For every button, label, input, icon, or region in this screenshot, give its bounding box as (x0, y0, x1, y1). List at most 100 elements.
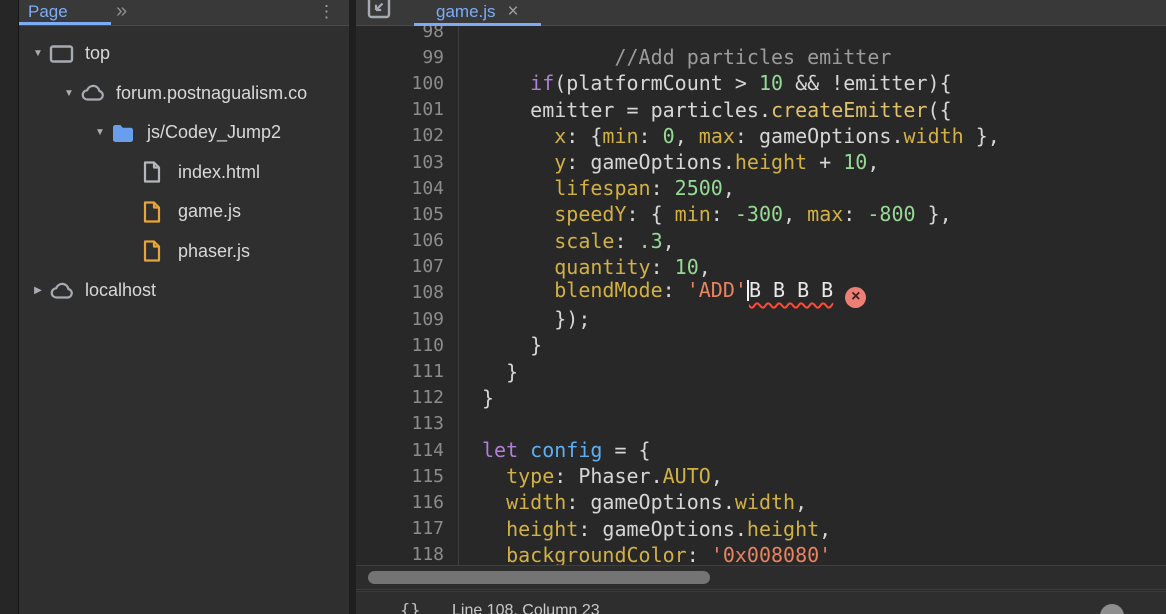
token-pln (482, 490, 506, 514)
token-pln: }); (482, 307, 590, 331)
tree-item-game-js[interactable]: game.js (19, 192, 349, 232)
line-number[interactable]: 114 (356, 440, 458, 461)
code-text[interactable]: if(platformCount > 10 && !emitter){ (458, 71, 952, 95)
cloud-icon (49, 279, 76, 303)
file-tree: ▼ top ▼forum.postnagualism.co▼js/Codey_Jum… (19, 26, 349, 614)
close-tab-icon[interactable]: × (508, 4, 519, 20)
pretty-print-icon[interactable]: {} (400, 601, 420, 614)
token-var: config (530, 438, 602, 462)
error-badge-icon[interactable]: × (845, 287, 866, 308)
token-prop: min (675, 202, 711, 226)
code-editor[interactable]: 9899 //Add particles emitter100 if(platf… (356, 26, 1166, 565)
token-pln (482, 543, 506, 565)
expand-arrow-icon[interactable]: ▼ (27, 48, 49, 59)
code-text[interactable]: backgroundColor: '0x008080' (458, 543, 831, 565)
panel-divider[interactable] (349, 0, 356, 614)
tree-item-label: phaser.js (178, 241, 250, 262)
code-text[interactable]: x: {min: 0, max: gameOptions.width }, (458, 124, 1000, 148)
token-prop: width (903, 124, 963, 148)
token-prop: quantity (554, 255, 650, 279)
code-text[interactable]: } (458, 360, 518, 384)
token-pln (482, 464, 506, 488)
expand-arrow-icon[interactable]: ▼ (58, 88, 80, 99)
line-number[interactable]: 113 (356, 413, 458, 434)
token-pln: , (675, 124, 699, 148)
status-icon[interactable] (1100, 604, 1124, 614)
token-pln (482, 255, 554, 279)
code-text[interactable]: scale: .3, (458, 229, 675, 253)
token-prop: speedY (554, 202, 626, 226)
code-text[interactable]: } (458, 386, 494, 410)
cloud-icon (80, 81, 107, 105)
code-line-101: 101 emitter = particles.createEmitter({ (356, 97, 1166, 123)
tree-item-label: top (85, 43, 110, 64)
token-prop: max (699, 124, 735, 148)
token-com: //Add particles emitter (482, 45, 891, 69)
token-err: B B B B (749, 278, 833, 302)
line-number[interactable]: 103 (356, 152, 458, 173)
code-text[interactable]: quantity: 10, (458, 255, 711, 279)
code-text[interactable]: lifespan: 2500, (458, 176, 735, 200)
code-text[interactable]: emitter = particles.createEmitter({ (458, 98, 952, 122)
code-line-103: 103 y: gameOptions.height + 10, (356, 149, 1166, 175)
code-line-114: 114let config = { (356, 437, 1166, 463)
code-text[interactable]: let config = { (458, 438, 651, 462)
token-pln: + (807, 150, 843, 174)
line-number[interactable]: 101 (356, 99, 458, 120)
line-number[interactable]: 107 (356, 256, 458, 277)
code-text[interactable]: y: gameOptions.height + 10, (458, 150, 879, 174)
horizontal-scrollbar[interactable] (356, 565, 1166, 590)
token-pln (518, 438, 530, 462)
line-number[interactable]: 109 (356, 309, 458, 330)
code-text[interactable]: type: Phaser.AUTO, (458, 464, 723, 488)
line-number[interactable]: 112 (356, 387, 458, 408)
more-options-icon[interactable]: ⋮ (318, 0, 335, 25)
code-line-100: 100 if(platformCount > 10 && !emitter){ (356, 70, 1166, 96)
tab-game-js[interactable]: game.js × (414, 0, 541, 26)
code-line-105: 105 speedY: { min: -300, max: -800 }, (356, 201, 1166, 227)
token-fn: createEmitter (771, 98, 928, 122)
token-num: -800 (867, 202, 915, 226)
line-number[interactable]: 98 (356, 26, 458, 42)
line-number[interactable]: 100 (356, 73, 458, 94)
token-pln (482, 150, 554, 174)
token-pln (482, 71, 530, 95)
line-number[interactable]: 115 (356, 466, 458, 487)
code-text[interactable]: height: gameOptions.height, (458, 517, 831, 541)
line-number[interactable]: 108 (356, 282, 458, 303)
tree-item-index-html[interactable]: index.html (19, 153, 349, 193)
line-number[interactable]: 105 (356, 204, 458, 225)
navigator-toggle-icon[interactable] (366, 0, 392, 25)
line-number[interactable]: 106 (356, 230, 458, 251)
tree-item-forum-postnagualism-co[interactable]: ▼forum.postnagualism.co (19, 74, 349, 114)
code-text[interactable]: //Add particles emitter (458, 45, 891, 69)
tree-item-phaser-js[interactable]: phaser.js (19, 232, 349, 272)
tab-page[interactable]: Page (28, 0, 68, 24)
tree-item-js-codey-jump2[interactable]: ▼js/Codey_Jump2 (19, 113, 349, 153)
tree-item-localhost[interactable]: ▶localhost (19, 271, 349, 311)
horizontal-scrollbar-thumb[interactable] (368, 571, 710, 584)
token-pln: : gameOptions. (578, 517, 747, 541)
line-number[interactable]: 118 (356, 544, 458, 565)
code-text[interactable]: width: gameOptions.width, (458, 490, 807, 514)
line-number[interactable]: 104 (356, 178, 458, 199)
line-number[interactable]: 110 (356, 335, 458, 356)
line-number[interactable]: 99 (356, 47, 458, 68)
more-tabs-icon[interactable]: » (116, 0, 127, 24)
code-text[interactable]: speedY: { min: -300, max: -800 }, (458, 202, 952, 226)
caret-position-label: Line 108, Column 23 (452, 602, 600, 614)
code-line-104: 104 lifespan: 2500, (356, 175, 1166, 201)
tree-item-top[interactable]: ▼ top (19, 34, 349, 74)
code-text[interactable]: }); (458, 307, 590, 331)
line-number[interactable]: 116 (356, 492, 458, 513)
code-text[interactable]: } (458, 333, 542, 357)
expand-arrow-icon[interactable]: ▶ (27, 285, 49, 296)
token-num: 10 (675, 255, 699, 279)
line-number[interactable]: 111 (356, 361, 458, 382)
expand-arrow-icon[interactable]: ▼ (89, 127, 111, 138)
code-text[interactable]: blendMode: 'ADD'B B B B× (458, 278, 866, 308)
line-number[interactable]: 102 (356, 125, 458, 146)
token-num: -300 (735, 202, 783, 226)
line-number[interactable]: 117 (356, 518, 458, 539)
code-line-98: 98 (356, 26, 1166, 44)
